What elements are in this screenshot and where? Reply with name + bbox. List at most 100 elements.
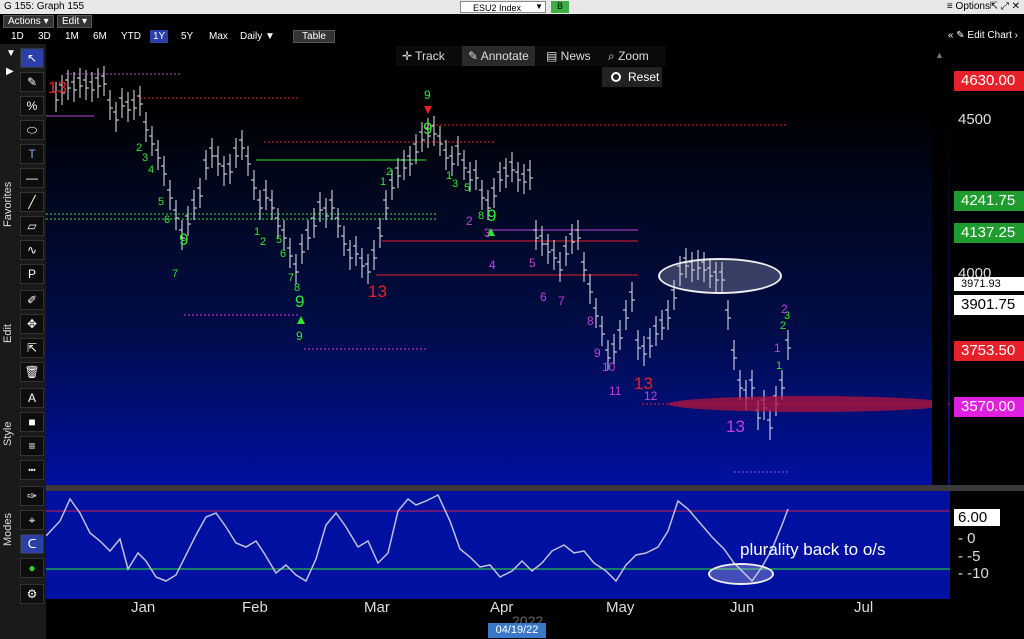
td-count: 2	[260, 236, 267, 248]
line-weight-icon[interactable]: ≡	[20, 436, 44, 456]
month-label: Jun	[730, 599, 755, 616]
td-count-magenta: 1	[774, 341, 781, 355]
oscillator-axis: 6.00 - 0- -5- -10	[950, 491, 1024, 599]
ellipse-tool-icon[interactable]: ⬭	[20, 120, 44, 140]
oscillator-pane[interactable]: plurality back to o/s	[46, 491, 950, 599]
crosshair-date: 04/19/22	[488, 623, 546, 638]
menu-bar: Actions ▾ Edit ▾	[0, 14, 1024, 29]
td-count-magenta: 11	[609, 384, 622, 398]
crosshair-icon: ✛	[402, 49, 416, 63]
price-tag: 4630.00	[954, 70, 1024, 91]
edit-label[interactable]: Edit	[2, 314, 16, 354]
td-count: 5	[464, 182, 471, 194]
ticker-indicator[interactable]: B	[551, 1, 569, 13]
magnet-mode-icon[interactable]: ᑕ	[20, 534, 44, 554]
osc-tick-label: - -10	[958, 565, 989, 582]
td-count-magenta: 7	[558, 294, 565, 308]
td-count-magenta: 4	[489, 258, 496, 272]
trendline-tool-icon[interactable]: ╱	[20, 192, 44, 212]
ticker-field[interactable]: ESU2 Index ▼	[460, 1, 546, 13]
range-1d[interactable]: 1D	[8, 30, 27, 43]
actions-menu[interactable]: Actions ▾	[3, 15, 54, 28]
scroll-arrow-icon[interactable]: ▲	[935, 50, 944, 60]
chart-scroll-track[interactable]	[932, 44, 948, 485]
reset-icon	[611, 72, 621, 82]
favorites-label[interactable]: Favorites	[2, 154, 16, 254]
td-count-magenta: 3	[484, 226, 491, 240]
range-max[interactable]: Max	[206, 30, 231, 43]
window-controls[interactable]: ⇱ ⤢ ✕	[990, 1, 1020, 12]
price-chart[interactable]: 13 13 13 13 9 9 9 9 9 9 2 3 4 5 6 7 1 2 …	[46, 44, 950, 485]
td-count: 2	[386, 166, 393, 178]
expand-icon[interactable]: ▶	[6, 66, 14, 77]
td-count-magenta: 6	[540, 290, 547, 304]
range-3d[interactable]: 3D	[35, 30, 54, 43]
move-tool-icon[interactable]: ✥	[20, 314, 44, 334]
price-tag: 4137.25	[954, 222, 1024, 243]
pointer-tool-icon[interactable]: ↖	[20, 48, 44, 68]
price-tag: 3570.00	[954, 397, 1024, 418]
annotation-text[interactable]: plurality back to o/s	[740, 540, 886, 560]
frequency-select[interactable]: Daily ▼	[237, 30, 278, 43]
brush-tool-icon[interactable]: ✐	[20, 290, 44, 310]
td-count: 7	[172, 268, 179, 280]
text-tool-icon[interactable]: T	[20, 144, 44, 164]
month-label: Feb	[242, 599, 268, 616]
edit-menu[interactable]: Edit ▾	[57, 15, 93, 28]
trash-icon[interactable]: 🗑	[20, 362, 44, 382]
range-1y[interactable]: 1Y	[150, 30, 169, 43]
price-chart-canvas	[46, 66, 950, 473]
wave-tool-icon[interactable]: ∿	[20, 240, 44, 260]
td-count: 8	[478, 210, 485, 222]
td-count: 5	[276, 234, 283, 246]
price-tag: 3753.50	[954, 340, 1024, 361]
zoom-button[interactable]: ⌕ Zoom	[602, 46, 655, 66]
range-ytd[interactable]: YTD	[118, 30, 144, 43]
range-1m[interactable]: 1M	[62, 30, 82, 43]
options-menu[interactable]: ≡ Options	[947, 1, 990, 12]
month-label: Jan	[131, 599, 156, 616]
brush-mode-icon[interactable]: ✑	[20, 486, 44, 506]
chart-toolbar: ✛ Track ✎ Annotate ▤ News ⌕ Zoom	[396, 46, 666, 66]
osc-tick-label: 6.00	[954, 509, 1000, 526]
pen-tool-icon[interactable]: ✎	[20, 72, 44, 92]
settings-gear-icon[interactable]: ⚙	[20, 584, 44, 604]
modes-label[interactable]: Modes	[2, 504, 16, 554]
osc-tick-label: - -5	[958, 547, 981, 565]
news-button[interactable]: ▤ News	[540, 46, 597, 66]
resistance-ellipse[interactable]	[658, 258, 782, 294]
td-count: 6	[164, 214, 171, 226]
channel-tool-icon[interactable]: ▱	[20, 216, 44, 236]
td-count: 5	[158, 196, 165, 208]
magnifier-icon: ⌕	[608, 49, 619, 63]
line-style-icon[interactable]: ┅	[20, 460, 44, 480]
td-count-magenta: 10	[602, 360, 616, 374]
oversold-ellipse[interactable]	[708, 563, 774, 585]
track-button[interactable]: ✛ Track	[396, 46, 451, 66]
palette-mode-icon[interactable]: ●	[20, 558, 44, 578]
sell-arrow-icon	[424, 106, 432, 114]
td-9-label: 9	[295, 292, 305, 311]
annotate-button[interactable]: ✎ Annotate	[462, 46, 535, 66]
collapse-icon[interactable]: ▼	[6, 48, 16, 59]
crosshair-mode-icon[interactable]: ⌖	[20, 510, 44, 530]
range-6m[interactable]: 6M	[90, 30, 110, 43]
reset-button[interactable]: Reset	[602, 67, 662, 87]
hline-tool-icon[interactable]: —	[20, 168, 44, 188]
ticker-dropdown-icon[interactable]: ▼	[535, 2, 543, 11]
color-tool-icon[interactable]: ■	[20, 412, 44, 432]
edit-chart-button[interactable]: « ✎ Edit Chart ›	[948, 30, 1018, 41]
support-ellipse[interactable]	[668, 396, 950, 412]
select-tool-icon[interactable]: ⇱	[20, 338, 44, 358]
table-button[interactable]: Table	[293, 30, 335, 43]
price-tag: 3901.75	[954, 295, 1024, 316]
pattern-tool-icon[interactable]: P	[20, 264, 44, 284]
td-count: 3	[142, 152, 149, 164]
td-count-magenta: 12	[644, 389, 658, 403]
range-bar: 1D 3D 1M 6M YTD 1Y 5Y Max Daily ▼ Table …	[0, 29, 1024, 44]
range-5y[interactable]: 5Y	[178, 30, 196, 43]
style-label[interactable]: Style	[2, 414, 16, 454]
td-count: 8	[294, 282, 301, 294]
percent-tool-icon[interactable]: %	[20, 96, 44, 116]
font-tool-icon[interactable]: A	[20, 388, 44, 408]
